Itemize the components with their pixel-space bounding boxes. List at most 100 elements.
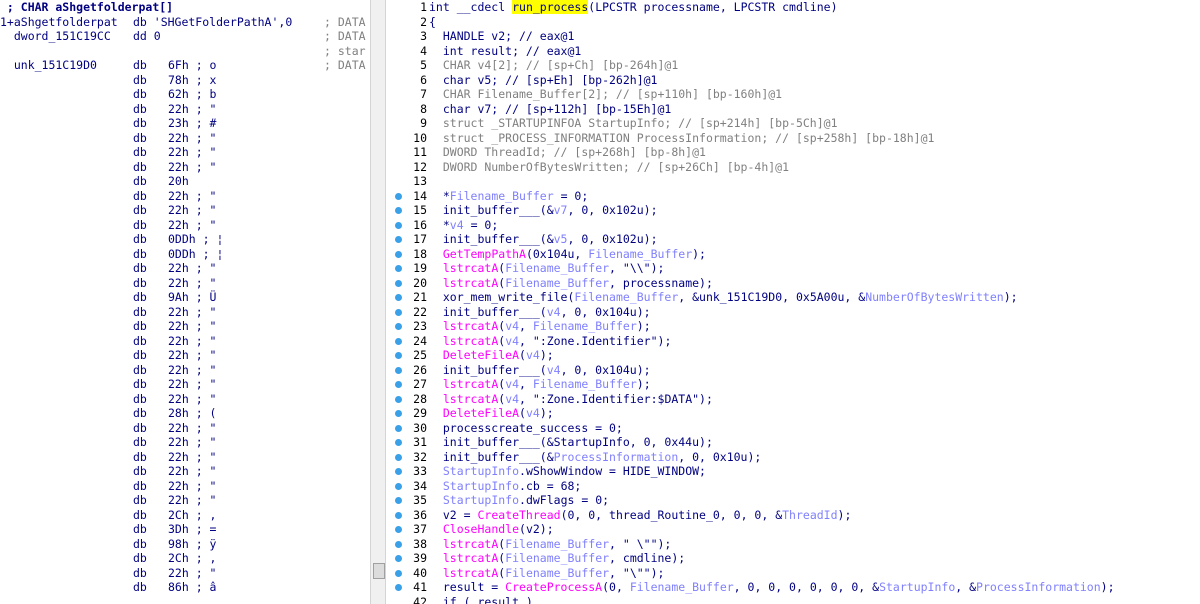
disasm-line[interactable]: db 22h ; "	[0, 421, 370, 436]
code-line[interactable]: 17 init_buffer___(&v5, 0, 0x102u);	[386, 232, 1200, 247]
disasm-line[interactable]: db 22h ; "	[0, 261, 370, 276]
code-line[interactable]: 42 if ( result )	[386, 595, 1200, 604]
disasm-line[interactable]: db 62h ; b	[0, 87, 370, 102]
disasm-line[interactable]: db 78h ; x	[0, 73, 370, 88]
pseudocode-pane[interactable]: 1 int __cdecl run_process(LPCSTR processn…	[386, 0, 1200, 604]
disasm-line[interactable]: db 20h	[0, 174, 370, 189]
disasm-line[interactable]: db 86h ; â	[0, 580, 370, 595]
code-line[interactable]: 10 struct _PROCESS_INFORMATION ProcessIn…	[386, 131, 1200, 146]
disasm-line[interactable]: db 2Ch ; ,	[0, 508, 370, 523]
code-line[interactable]: 15 init_buffer___(&v7, 0, 0x102u);	[386, 203, 1200, 218]
code-token: , 0, 0x102u);	[567, 203, 658, 217]
code-token: Filename_Buffer	[629, 580, 734, 594]
disasm-line[interactable]: db 0DDh ; ¦	[0, 247, 370, 262]
code-line[interactable]: 26 init_buffer___(v4, 0, 0x104u);	[386, 363, 1200, 378]
disasm-line[interactable]: db 22h ; "	[0, 305, 370, 320]
disasm-line[interactable]: db 22h ; "	[0, 435, 370, 450]
disasm-line[interactable]: 1+aShgetfolderpat db 'SHGetFolderPathA',0…	[0, 15, 370, 30]
code-line[interactable]: 19 lstrcatA(Filename_Buffer, "\\");	[386, 261, 1200, 276]
code-line[interactable]: 30 processcreate_success = 0;	[386, 421, 1200, 436]
disasm-line[interactable]: db 22h ; "	[0, 464, 370, 479]
code-line[interactable]: 8 char v7; // [sp+112h] [bp-15Eh]@1	[386, 102, 1200, 117]
code-line[interactable]: 37 CloseHandle(v2);	[386, 522, 1200, 537]
disasm-line[interactable]: db 28h ; (	[0, 406, 370, 421]
disasm-c3: 20h	[168, 174, 189, 188]
disasm-line[interactable]: db 22h ; "	[0, 450, 370, 465]
code-line[interactable]: 11 DWORD ThreadId; // [sp+268h] [bp-8h]@…	[386, 145, 1200, 160]
code-line[interactable]: 12 DWORD NumberOfBytesWritten; // [sp+26…	[386, 160, 1200, 175]
disasm-line[interactable]: db 0DDh ; ¦	[0, 232, 370, 247]
code-line[interactable]: 39 lstrcatA(Filename_Buffer, cmdline);	[386, 551, 1200, 566]
code-line[interactable]: 14 *Filename_Buffer = 0;	[386, 189, 1200, 204]
code-line[interactable]: 7 CHAR Filename_Buffer[2]; // [sp+110h] …	[386, 87, 1200, 102]
disasm-line[interactable]: db 22h ; "	[0, 566, 370, 581]
code-line[interactable]: 6 char v5; // [sp+Eh] [bp-262h]@1	[386, 73, 1200, 88]
code-line[interactable]: 22 init_buffer___(v4, 0, 0x104u);	[386, 305, 1200, 320]
disasm-line[interactable]: db 22h ; "	[0, 160, 370, 175]
code-line[interactable]: 3 HANDLE v2; // eax@1	[386, 29, 1200, 44]
code-line[interactable]: 25 DeleteFileA(v4);	[386, 348, 1200, 363]
code-line[interactable]: 16 *v4 = 0;	[386, 218, 1200, 233]
disasm-line[interactable]: db 22h ; "	[0, 145, 370, 160]
code-line[interactable]: 21 xor_mem_write_file(Filename_Buffer, &…	[386, 290, 1200, 305]
disasm-line[interactable]: db 22h ; "	[0, 203, 370, 218]
code-line[interactable]: 24 lstrcatA(v4, ":Zone.Identifier");	[386, 334, 1200, 349]
line-number: 31	[413, 435, 427, 449]
disasm-line[interactable]: db 22h ; "	[0, 363, 370, 378]
code-line[interactable]: 40 lstrcatA(Filename_Buffer, "\"");	[386, 566, 1200, 581]
code-line[interactable]: 2{	[386, 15, 1200, 30]
code-line[interactable]: 4 int result; // eax@1	[386, 44, 1200, 59]
code-line[interactable]: 31 init_buffer___(&StartupInfo, 0, 0x44u…	[386, 435, 1200, 450]
code-line[interactable]: 23 lstrcatA(v4, Filename_Buffer);	[386, 319, 1200, 334]
disasm-line[interactable]: db 22h ; "	[0, 348, 370, 363]
code-text: CHAR v4[2]; // [sp+Ch] [bp-264h]@1	[429, 58, 678, 73]
disasm-line[interactable]: db 22h ; "	[0, 479, 370, 494]
code-line[interactable]: 32 init_buffer___(&ProcessInformation, 0…	[386, 450, 1200, 465]
disasm-line[interactable]: db 22h ; "	[0, 102, 370, 117]
disasm-line[interactable]: db 22h ; "	[0, 276, 370, 291]
disasm-line[interactable]: unk_151C19D0 db 6Fh ; o ; DATA	[0, 58, 370, 73]
disasm-line[interactable]: db 22h ; "	[0, 189, 370, 204]
code-token: char v7; // [sp+112h] [bp-15Eh]@1	[429, 101, 672, 116]
disasm-line[interactable]: db 22h ; "	[0, 334, 370, 349]
disasm-line[interactable]: db 22h ; "	[0, 319, 370, 334]
code-line[interactable]: 1 int __cdecl run_process(LPCSTR processn…	[386, 0, 1200, 15]
code-text: init_buffer___(v4, 0, 0x104u);	[429, 305, 651, 320]
code-line[interactable]: 18 GetTempPathA(0x104u, Filename_Buffer)…	[386, 247, 1200, 262]
code-line[interactable]: 13	[386, 174, 1200, 189]
code-line[interactable]: 33 StartupInfo.wShowWindow = HIDE_WINDOW…	[386, 464, 1200, 479]
code-line[interactable]: 9 struct _STARTUPINFOA StartupInfo; // […	[386, 116, 1200, 131]
code-token: lstrcatA	[442, 536, 499, 551]
code-token: v4	[546, 362, 561, 377]
disasm-line[interactable]: db 22h ; "	[0, 218, 370, 233]
disasm-line[interactable]: db 3Dh ; =	[0, 522, 370, 537]
code-token: DeleteFileA	[442, 348, 520, 362]
disasm-c2: db	[133, 522, 147, 536]
disasm-line[interactable]: db 22h ; "	[0, 392, 370, 407]
disasm-line[interactable]: ; star	[0, 44, 370, 59]
disasm-line[interactable]: dword_151C19CC dd 0 ; DATA	[0, 29, 370, 44]
code-line[interactable]: 38 lstrcatA(Filename_Buffer, " \"");	[386, 537, 1200, 552]
disasm-line[interactable]: db 22h ; "	[0, 493, 370, 508]
vertical-scrollbar[interactable]	[370, 0, 386, 604]
disasm-line[interactable]: db 2Ch ; ,	[0, 551, 370, 566]
code-line[interactable]: 36 v2 = CreateThread(0, 0, thread_Routin…	[386, 508, 1200, 523]
code-line[interactable]: 29 DeleteFileA(v4);	[386, 406, 1200, 421]
code-line[interactable]: 27 lstrcatA(v4, Filename_Buffer);	[386, 377, 1200, 392]
code-line[interactable]: 28 lstrcatA(v4, ":Zone.Identifier:$DATA"…	[386, 392, 1200, 407]
code-line[interactable]: 5 CHAR v4[2]; // [sp+Ch] [bp-264h]@1	[386, 58, 1200, 73]
disasm-line[interactable]: db 23h ; #	[0, 116, 370, 131]
code-token: );	[539, 406, 554, 420]
code-line[interactable]: 41 result = CreateProcessA(0, Filename_B…	[386, 580, 1200, 595]
disasm-line[interactable]: db 98h ; ÿ	[0, 537, 370, 552]
disasm-line[interactable]: db 9Ah ; Ü	[0, 290, 370, 305]
disasm-line[interactable]: db 22h ; "	[0, 131, 370, 146]
code-line[interactable]: 20 lstrcatA(Filename_Buffer, processname…	[386, 276, 1200, 291]
disasm-line[interactable]: ; CHAR aShgetfolderpat[]	[0, 0, 370, 15]
line-number: 2	[420, 14, 427, 29]
code-line[interactable]: 35 StartupInfo.dwFlags = 0;	[386, 493, 1200, 508]
scrollbar-thumb[interactable]	[373, 563, 385, 579]
disassembly-pane[interactable]: ; CHAR aShgetfolderpat[] 1+aShgetfolderpa…	[0, 0, 370, 604]
code-line[interactable]: 34 StartupInfo.cb = 68;	[386, 479, 1200, 494]
disasm-line[interactable]: db 22h ; "	[0, 377, 370, 392]
